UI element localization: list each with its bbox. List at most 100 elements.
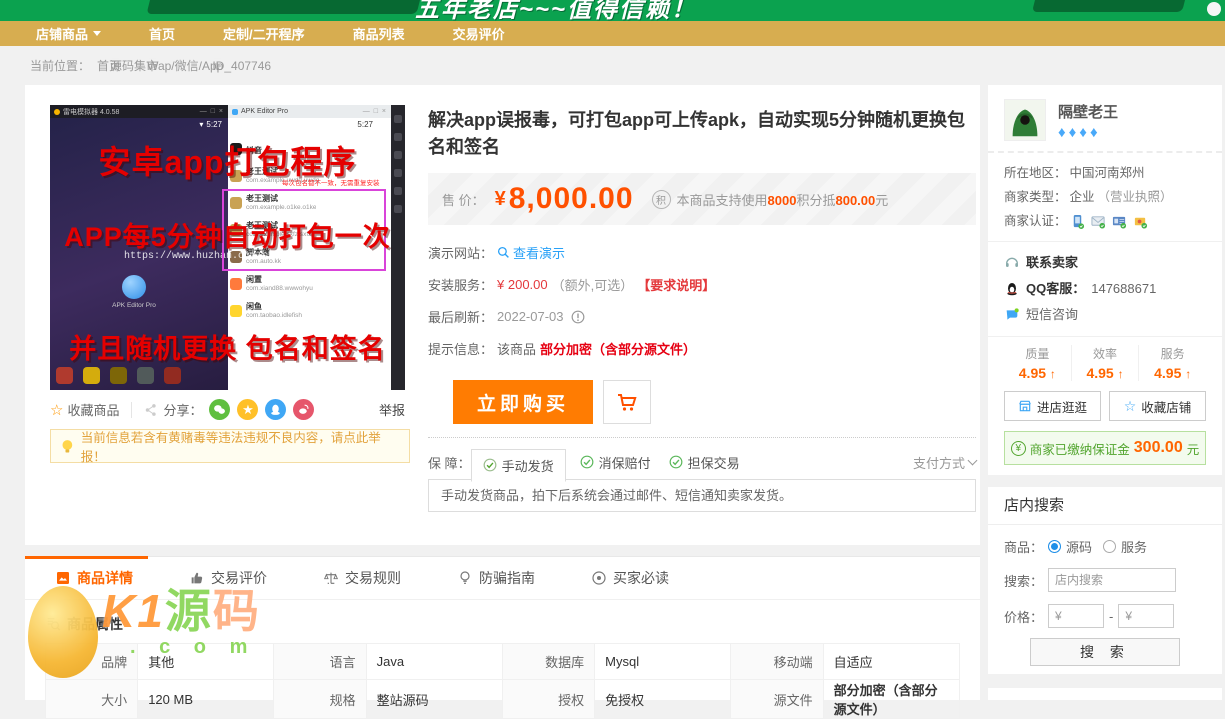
radio-source-code[interactable] [1048,540,1061,553]
shop-search-heading: 店内搜索 [988,487,1222,525]
breadcrumb: 当前位置： 首页 > 源码集市 > Wap/微信/App > ID_407746 [0,46,1225,85]
tab-reviews[interactable]: 交易评价 [189,568,267,588]
nav-item-custom[interactable]: 定制/二开程序 [223,24,305,43]
magnifier-icon [497,246,510,259]
attr-value: 整站源码 [366,680,502,719]
qq-share-icon[interactable] [265,399,286,420]
price-min-input[interactable] [1048,604,1104,628]
nav-item-shop-goods[interactable]: 店铺商品 [36,24,101,43]
window-controls: — □ × [363,108,387,115]
check-circle-icon [669,455,683,469]
overlay-line-3: 并且随机更换 包名和签名 [50,327,405,366]
shop-search-button[interactable]: 搜 索 [1030,638,1180,666]
refresh-date: 2022-07-03 [497,309,564,324]
install-price: ¥ 200.00 [497,277,548,292]
table-row: 大小 120 MB 规格 整站源码 授权 免授权 源文件 部分加密（含部分源文件… [46,680,960,719]
radio-source-code-label[interactable]: 源码 [1066,537,1092,556]
info-circle-icon[interactable] [571,310,585,324]
buy-now-button[interactable]: 立即购买 [453,380,593,424]
radio-service-label[interactable]: 服务 [1121,537,1147,556]
sms-label: 短信咨询 [1026,302,1078,328]
shop-search-card: 店内搜索 商品： 源码 服务 搜索： 价格： - 搜 索 [988,487,1222,674]
payment-method-dropdown[interactable]: 支付方式 [913,453,976,472]
nav-item-goods-list[interactable]: 商品列表 [353,24,405,43]
star-outline-icon: ☆ [1124,399,1137,413]
bulb-icon [457,570,473,586]
sms-consult-row[interactable]: 短信咨询 [1004,302,1206,328]
price-max-input[interactable] [1118,604,1174,628]
attr-label: 移动端 [731,644,823,680]
report-button[interactable]: 举报 [379,400,405,419]
favorite-shop-button[interactable]: ☆ 收藏店铺 [1109,391,1206,421]
statusbar-right: 5:27 [228,118,377,130]
guarantee-compensation[interactable]: 消保赔付 [580,453,651,472]
target-icon [591,570,607,586]
attr-label: 源文件 [731,680,823,719]
rating-efficiency: 效率 4.95 ↑ [1071,345,1139,381]
favorite-share-row: ☆ 收藏商品 分享： ★ 举报 [50,399,405,420]
seller-ratings: 质量 4.95 ↑ 效率 4.95 ↑ 服务 4.95 ↑ [1004,345,1206,381]
attr-label: 大小 [46,680,138,719]
nav-item-home[interactable]: 首页 [149,24,175,43]
list-item: 闲鱼com.taobao.idlefish [230,297,377,324]
attr-value: 120 MB [138,680,274,719]
view-demo-link[interactable]: 查看演示 [497,243,565,262]
visit-shop-button[interactable]: 进店逛逛 [1004,391,1101,421]
shop-search-input[interactable] [1048,568,1176,592]
price-dash: - [1109,609,1113,624]
wechat-share-icon[interactable] [209,399,230,420]
install-row: 安装服务： ¥ 200.00 （额外,可选） 【要求说明】 [428,275,976,294]
attr-value: 其他 [138,644,274,680]
up-arrow-icon: ↑ [1118,367,1124,381]
breadcrumb-prefix: 当前位置： [30,57,90,74]
demo-row: 演示网站： 查看演示 [428,243,976,262]
thumb-up-icon [189,570,205,586]
add-to-cart-button[interactable] [603,380,651,424]
apk-editor-app-label: APK Editor Pro [98,302,170,309]
search-label: 搜索： [1004,571,1043,590]
product-image[interactable]: 雷电模拟器 4.0.58 — □ × APK Editor Pro — □ × … [50,105,405,390]
app-icon [230,305,242,317]
attributes-heading: 商品属性 [45,614,980,634]
seller-level-diamonds: ♦♦♦♦ [1058,127,1118,139]
weibo-share-icon[interactable] [293,399,314,420]
qq-service-row[interactable]: QQ客服： 147688671 [1004,276,1206,302]
statusbar-left: ▾5:27 [50,118,228,130]
attr-value: 免授权 [595,680,731,719]
attr-label: 数据库 [502,644,594,680]
price-band: 售 价： ¥ 8,000.00 积 本商品支持使用8000积分抵800.00元 [428,173,976,225]
chevron-down-icon [93,31,101,36]
tab-rules[interactable]: 交易规则 [323,568,401,588]
refresh-label: 最后刷新： [428,307,493,326]
share-label: 分享： [163,400,202,419]
tip-label: 提示信息： [428,339,493,358]
radio-service[interactable] [1103,540,1116,553]
type-label: 商家类型： [1004,185,1067,209]
license-verified-icon [1133,214,1148,229]
nav-item-reviews[interactable]: 交易评价 [453,24,505,43]
overlay-line-2: APP每5分钟自动打包一次 [50,215,405,254]
tab-product-detail[interactable]: 商品详情 [55,568,133,588]
phone-verified-icon [1070,214,1085,229]
guarantee-escrow[interactable]: 担保交易 [669,453,740,472]
share-icon [144,403,158,417]
avatar[interactable] [1004,99,1046,141]
warning-text: 当前信息若含有黄赌毒等违法违规不良内容，请点此举报！ [81,427,399,465]
price-range-label: 价格： [1004,607,1043,626]
qzone-share-icon[interactable]: ★ [237,399,258,420]
install-requirement-link[interactable]: 【要求说明】 [637,275,715,294]
up-arrow-icon: ↑ [1185,367,1191,381]
attributes-table: 品牌 其他 语言 Java 数据库 Mysql 移动端 自适应 大小 120 M… [45,643,960,719]
seller-name[interactable]: 隔壁老王 [1058,101,1118,122]
divider [988,241,1222,242]
favorite-item-button[interactable]: 收藏商品 [67,400,119,419]
tab-buyer-guide[interactable]: 买家必读 [591,568,669,588]
deposit-badge: ¥ 商家已缴纳保证金300.00元 [1004,431,1206,465]
main-nav: 店铺商品 首页 定制/二开程序 商品列表 交易评价 [0,21,1225,46]
guarantee-manual-ship[interactable]: 手动发货 [471,449,566,482]
tab-antifraud[interactable]: 防骗指南 [457,568,535,588]
report-warning-box[interactable]: 当前信息若含有黄赌毒等违法违规不良内容，请点此举报！ [50,429,410,463]
star-icon: ☆ [50,401,63,419]
breadcrumb-item-id: ID_407746 [212,59,271,73]
deposit-amount: 300.00 [1134,439,1183,457]
